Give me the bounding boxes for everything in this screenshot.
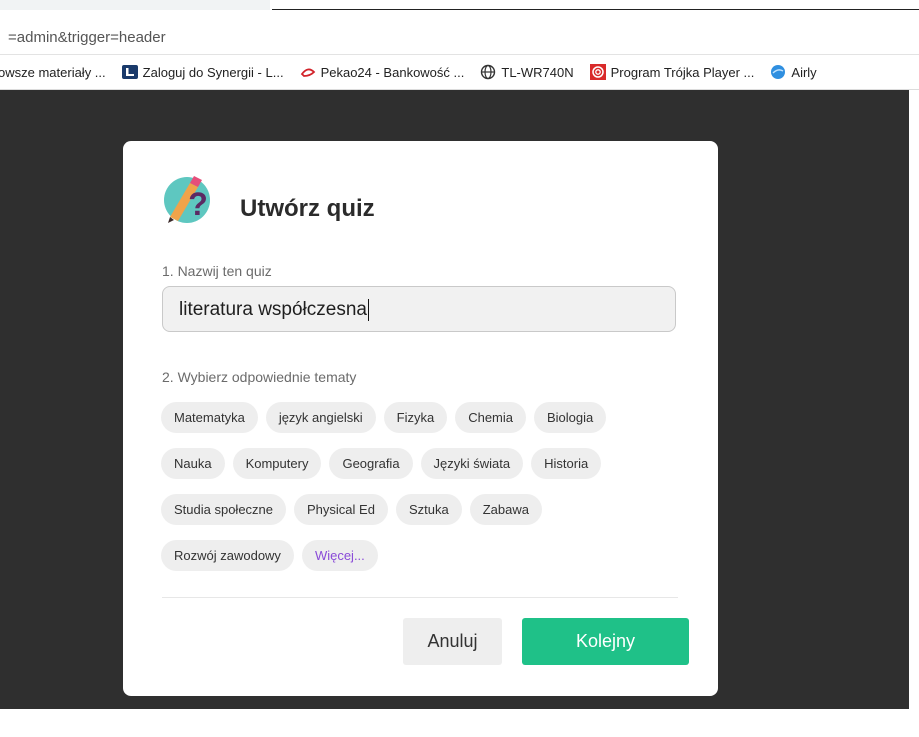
topic-tag[interactable]: Historia bbox=[531, 448, 602, 479]
topic-tag[interactable]: język angielski bbox=[265, 402, 376, 433]
topic-row: Rozwój zawodowy Więcej... bbox=[161, 540, 681, 571]
bookmark-item-router[interactable]: TL-WR740N bbox=[480, 64, 574, 80]
topic-tag[interactable]: Sztuka bbox=[395, 494, 462, 525]
bookmark-label: owsze materiały ... bbox=[0, 64, 106, 80]
topic-tag[interactable]: Rozwój zawodowy bbox=[161, 540, 294, 571]
address-bar[interactable]: =admin&trigger=header bbox=[0, 22, 919, 55]
next-button[interactable]: Kolejny bbox=[522, 618, 689, 665]
quiz-name-label: 1. Nazwij ten quiz bbox=[162, 263, 272, 279]
bookmarks-bar: owsze materiały ... Zaloguj do Synergii … bbox=[0, 55, 919, 90]
url-text[interactable]: =admin&trigger=header bbox=[8, 29, 166, 46]
browser-top-strip bbox=[0, 0, 919, 22]
dialog-title: Utwórz quiz bbox=[240, 195, 375, 222]
topic-tag[interactable]: Fizyka bbox=[383, 402, 448, 433]
top-divider-line bbox=[272, 9, 919, 10]
topic-tag[interactable]: Geografia bbox=[329, 448, 413, 479]
bookmark-label: Airly bbox=[791, 64, 817, 80]
bookmark-item-synergia[interactable]: Zaloguj do Synergii - L... bbox=[121, 64, 284, 80]
svg-text:?: ? bbox=[188, 186, 208, 222]
page-edge-right bbox=[909, 90, 919, 737]
bookmark-item-trojka[interactable]: Program Trójka Player ... bbox=[589, 64, 755, 80]
topic-tag[interactable]: Chemia bbox=[455, 402, 526, 433]
page-edge-bottom bbox=[0, 709, 919, 737]
radio-icon bbox=[589, 64, 606, 80]
topic-tag[interactable]: Physical Ed bbox=[294, 494, 388, 525]
more-topics-button[interactable]: Więcej... bbox=[301, 540, 378, 571]
topic-row: Matematyka język angielski Fizyka Chemia… bbox=[161, 402, 681, 433]
airly-icon bbox=[770, 64, 786, 80]
cancel-button[interactable]: Anuluj bbox=[403, 618, 502, 665]
bookmark-label: Program Trójka Player ... bbox=[610, 64, 755, 80]
topic-tag[interactable]: Języki świata bbox=[420, 448, 524, 479]
topics-label: 2. Wybierz odpowiednie tematy bbox=[162, 369, 357, 385]
topic-tag[interactable]: Zabawa bbox=[469, 494, 542, 525]
bookmark-label: TL-WR740N bbox=[501, 64, 574, 80]
synergia-icon bbox=[121, 64, 138, 80]
tab-strip bbox=[0, 0, 270, 10]
create-quiz-dialog: ? Utwórz quiz 1. Nazwij ten quiz literat… bbox=[123, 141, 718, 696]
topic-tag[interactable]: Biologia bbox=[534, 402, 607, 433]
footer-divider bbox=[162, 597, 678, 598]
globe-icon bbox=[480, 64, 496, 80]
topic-tag[interactable]: Studia społeczne bbox=[161, 494, 287, 525]
topic-tag[interactable]: Matematyka bbox=[161, 402, 258, 433]
topic-row: Studia społeczne Physical Ed Sztuka Zaba… bbox=[161, 494, 681, 525]
quiz-name-input[interactable]: literatura współczesna bbox=[162, 286, 676, 332]
text-caret bbox=[367, 299, 369, 321]
topic-tags: Matematyka język angielski Fizyka Chemia… bbox=[161, 402, 681, 586]
bookmark-label: Pekao24 - Bankowość ... bbox=[320, 64, 465, 80]
bookmark-item-airly[interactable]: Airly bbox=[770, 64, 817, 80]
quiz-logo-icon: ? bbox=[160, 171, 214, 225]
topic-row: Nauka Komputery Geografia Języki świata … bbox=[161, 448, 681, 479]
quiz-name-value: literatura współczesna bbox=[179, 299, 369, 321]
pekao-icon bbox=[300, 64, 316, 80]
bookmark-label: Zaloguj do Synergii - L... bbox=[142, 64, 284, 80]
topic-tag[interactable]: Komputery bbox=[232, 448, 322, 479]
bookmark-item-materials[interactable]: owsze materiały ... bbox=[0, 65, 106, 80]
bookmark-item-pekao[interactable]: Pekao24 - Bankowość ... bbox=[300, 64, 465, 80]
topic-tag[interactable]: Nauka bbox=[161, 448, 225, 479]
